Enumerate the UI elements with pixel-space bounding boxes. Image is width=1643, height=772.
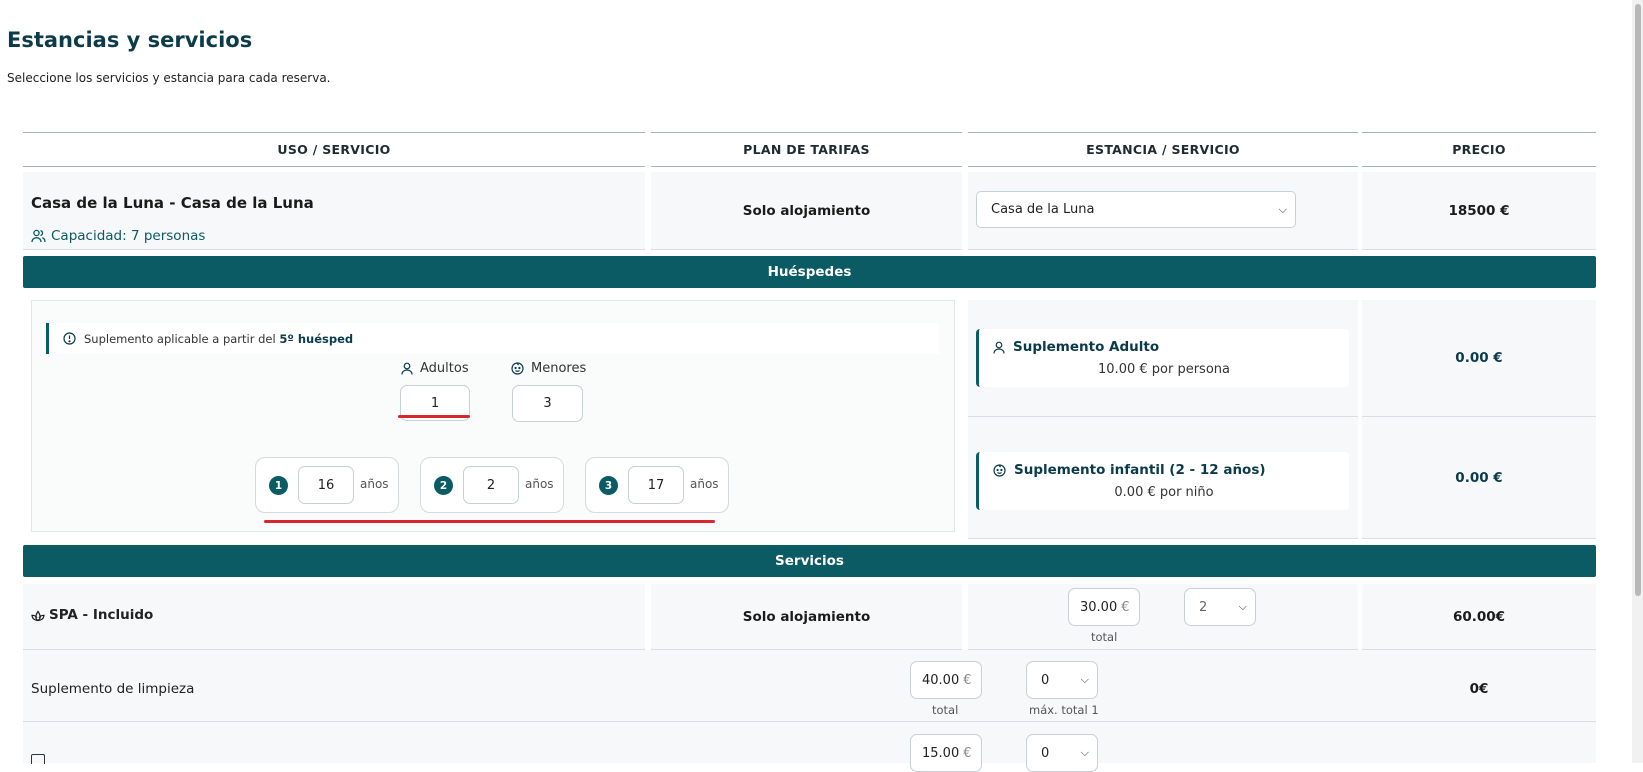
child-age-card-3: 3 17 años [585,457,729,513]
child-face-icon [993,463,1006,477]
next-service-qty-value: 0 [1041,745,1050,761]
child-number-badge: 2 [434,476,453,495]
user-icon [401,362,413,375]
room-price: 18500 € [1362,172,1596,250]
chevron-down-icon: ⌵ [1238,600,1247,613]
adult-supplement-box: Suplemento Adulto 10.00 € por persona [976,329,1349,387]
spa-qty-value: 2 [1199,599,1208,615]
lotus-icon [31,609,45,622]
minors-input[interactable]: 3 [512,385,583,422]
child-age-input-1[interactable]: 16 [298,466,354,504]
next-service-amount-input[interactable]: 15.00 € [910,734,982,772]
adults-label: Adultos [401,361,469,376]
cleaning-qty-value: 0 [1041,672,1050,688]
adults-label-text: Adultos [420,361,469,376]
spa-rate-plan: Solo alojamiento [651,584,962,650]
room-name: Casa de la Luna - Casa de la Luna [31,194,314,212]
child-age-card-1: 1 16 años [255,457,399,513]
minors-label: Menores [511,361,586,376]
euro-symbol: € [1121,599,1130,615]
header-plan-tarifas: PLAN DE TARIFAS [651,132,962,167]
chevron-down-icon: ⌵ [1080,673,1089,686]
stay-select[interactable]: Casa de la Luna ⌵ [976,191,1296,228]
room-capacity: Capacidad: 7 personas [31,228,205,244]
child-number-badge: 3 [599,476,618,495]
capacity-text: Capacidad: 7 personas [51,228,206,244]
page-scrollbar[interactable] [1632,0,1643,763]
child-face-icon [511,362,524,375]
spa-amount-value: 30.00 [1080,599,1118,615]
child-age-unit: años [690,477,719,491]
minors-label-text: Menores [531,361,587,376]
next-service-row [23,722,1596,763]
page-subtitle: Seleccione los servicios y estancia para… [7,71,331,85]
red-annotation-underline [398,415,470,418]
header-precio: PRECIO [1362,132,1596,167]
next-service-amount-value: 15.00 [922,745,960,761]
supplement-info-note: Suplemento aplicable a partir del 5º hué… [46,323,939,354]
services-band: Servicios [23,545,1596,577]
child-age-unit: años [360,477,389,491]
cleaning-amount-caption: total [932,703,959,717]
cleaning-qty-select[interactable]: 0 ⌵ [1026,661,1098,699]
spa-qty-select[interactable]: 2 ⌵ [1184,588,1256,626]
spa-service-name: SPA - Incluido [31,607,153,623]
child-age-input-2[interactable]: 2 [463,466,519,504]
chevron-down-icon: ⌵ [1080,746,1089,759]
info-note-text: Suplemento aplicable a partir del 5º hué… [84,331,354,346]
spa-config-cell [968,584,1358,650]
cleaning-service-name: Suplemento de limpieza [31,681,195,697]
chevron-down-icon: ⌵ [1278,202,1287,216]
cleaning-amount-input[interactable]: 40.00 € [910,661,982,699]
child-number-badge: 1 [269,476,288,495]
cleaning-amount-value: 40.00 [922,672,960,688]
next-service-qty-select[interactable]: 0 ⌵ [1026,734,1098,772]
child-supplement-title: Suplemento infantil (2 - 12 años) [993,462,1266,478]
child-age-input-3[interactable]: 17 [628,466,684,504]
info-icon [63,332,76,345]
header-uso-servicio: USO / SERVICIO [23,132,645,167]
header-estancia-servicio: ESTANCIA / SERVICIO [968,132,1358,167]
euro-symbol: € [963,745,972,761]
child-supplement-box: Suplemento infantil (2 - 12 años) 0.00 €… [976,452,1349,510]
spa-amount-caption: total [1091,630,1118,644]
euro-symbol: € [963,672,972,688]
guests-band: Huéspedes [23,256,1596,288]
red-annotation-underline [264,520,715,523]
cleaning-row [23,650,1596,722]
page-title: Estancias y servicios [7,28,253,52]
adult-supplement-detail: 10.00 € por persona [1098,362,1230,377]
users-icon [31,229,46,243]
cleaning-qty-caption: máx. total 1 [1029,703,1099,717]
room-rate-plan: Solo alojamiento [651,172,962,250]
child-supplement-price: 0.00 € [1362,417,1596,539]
spa-price: 60.00€ [1362,584,1596,650]
user-icon [993,341,1005,354]
stay-select-value: Casa de la Luna [991,202,1095,217]
adult-supplement-price: 0.00 € [1362,300,1596,417]
child-age-card-2: 2 2 años [420,457,564,513]
cleaning-price: 0€ [1469,681,1489,697]
scrollbar-thumb[interactable] [1635,4,1641,596]
adult-supplement-title: Suplemento Adulto [993,339,1159,355]
child-age-unit: años [525,477,554,491]
child-supplement-detail: 0.00 € por niño [1114,485,1214,500]
spa-amount-input[interactable]: 30.00 € [1068,588,1140,626]
